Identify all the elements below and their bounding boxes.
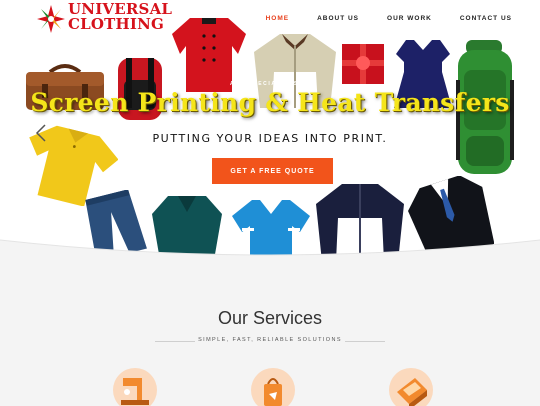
services-title: Our Services: [217, 308, 323, 328]
service-sewing-icon[interactable]: [113, 368, 157, 406]
logo-text: UNIVERSAL CLOTHING: [68, 2, 172, 32]
services-subtitle: SIMPLE, FAST, RELIABLE SOLUTIONS: [198, 337, 342, 343]
nav-home[interactable]: HOME: [266, 15, 290, 22]
services-subtitle-row: SIMPLE, FAST, RELIABLE SOLUTIONS: [155, 336, 385, 348]
hero-subline: PUTTING YOUR IDEAS INTO PRINT.: [152, 132, 388, 145]
main-nav: HOME ABOUT US OUR WORK CONTACT US: [266, 15, 512, 22]
shopping-bag-icon: [264, 378, 282, 406]
service-bag-icon[interactable]: [251, 368, 295, 406]
divider-right: [345, 341, 385, 342]
gift-box-image: [342, 44, 384, 84]
logo-star-icon: [37, 5, 65, 33]
nav-contact-us[interactable]: CONTACT US: [460, 15, 512, 22]
printer-icon: [397, 378, 427, 406]
get-free-quote-button[interactable]: GET A FREE QUOTE: [212, 158, 333, 184]
site-logo[interactable]: UNIVERSAL CLOTHING: [36, 2, 186, 38]
slider-prev-arrow-icon[interactable]: [34, 124, 48, 142]
hero-slider: UNIVERSAL CLOTHING HOME ABOUT US OUR WOR…: [0, 0, 540, 262]
hero-headline: Screen Printing & Heat Transfers: [30, 88, 510, 117]
hero-tagline: ARE SPECIALISTS IN: [230, 81, 310, 87]
nav-our-work[interactable]: OUR WORK: [387, 15, 432, 22]
hero-curve-divider: [0, 239, 540, 270]
sewing-machine-icon: [121, 378, 149, 405]
logo-line-2: CLOTHING: [68, 15, 165, 33]
service-print-icon[interactable]: [389, 368, 433, 406]
nav-about-us[interactable]: ABOUT US: [317, 15, 359, 22]
